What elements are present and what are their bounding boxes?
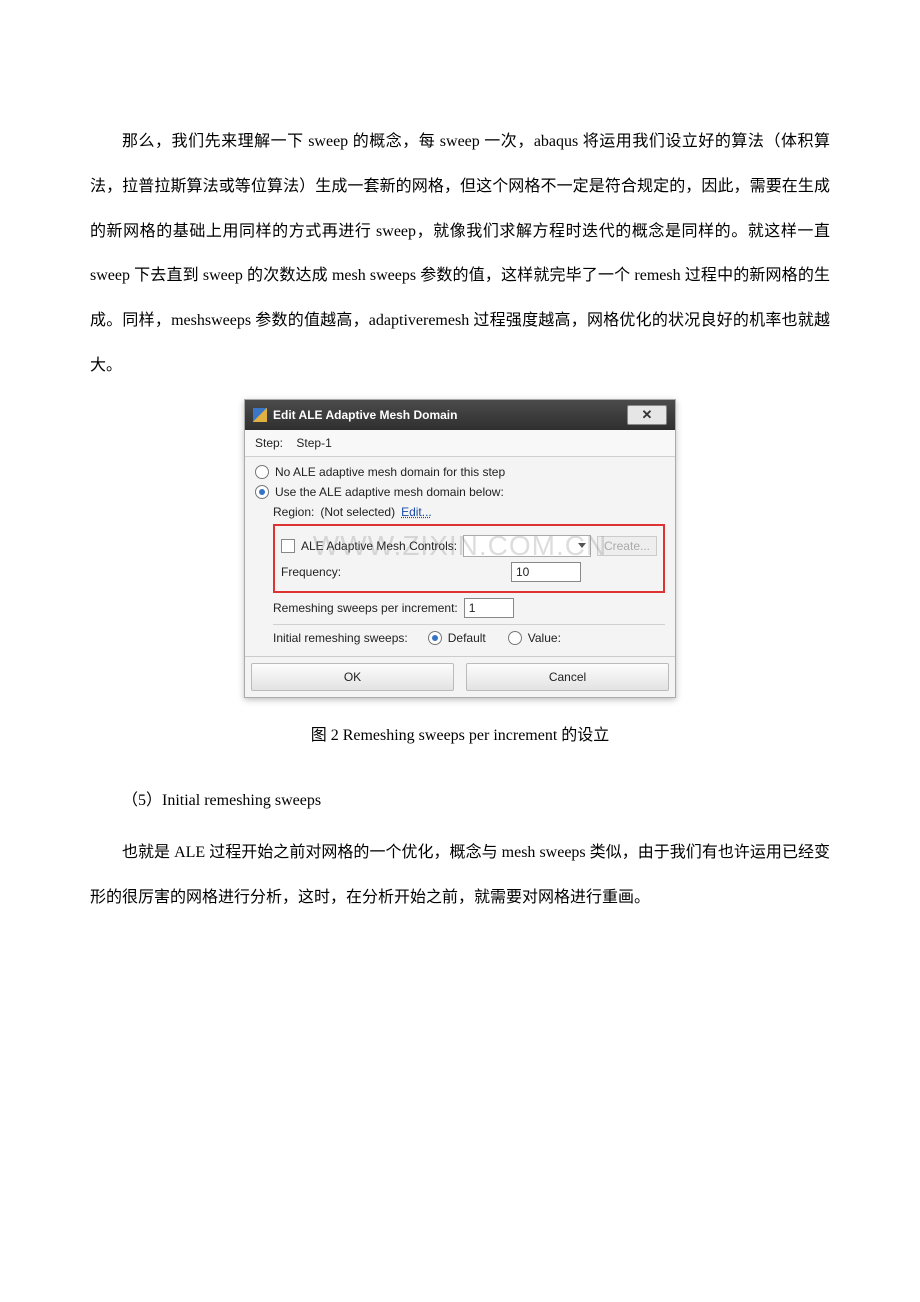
frequency-input[interactable]: 10 (511, 562, 581, 582)
step-value: Step-1 (296, 436, 331, 450)
initial-sweeps-label: Initial remeshing sweeps: (273, 631, 408, 645)
radio-icon[interactable] (508, 631, 522, 645)
radio-icon (255, 465, 269, 479)
edit-region-link[interactable]: Edit... (401, 505, 432, 519)
frequency-row: Frequency: 10 (281, 562, 657, 582)
close-button[interactable]: ✕ (627, 405, 667, 425)
domain-settings: Region: (Not selected) Edit... ALE Adapt… (255, 505, 665, 645)
radio-block: No ALE adaptive mesh domain for this ste… (245, 457, 675, 656)
remesh-sweeps-row: Remeshing sweeps per increment: 1 (273, 598, 665, 618)
paragraph-sweep-concept: 那么，我们先来理解一下 sweep 的概念，每 sweep 一次，abaqus … (90, 120, 830, 389)
controls-checkbox[interactable] (281, 539, 295, 553)
paragraph-initial-sweeps: 也就是 ALE 过程开始之前对网格的一个优化，概念与 mesh sweeps 类… (90, 831, 830, 921)
dialog-titlebar: Edit ALE Adaptive Mesh Domain ✕ (245, 400, 675, 430)
divider (273, 624, 665, 625)
edit-ale-domain-dialog: WWW.ZIXIN.COM.CN Edit ALE Adaptive Mesh … (244, 399, 676, 698)
region-row: Region: (Not selected) Edit... (273, 505, 665, 519)
radio-no-domain-label: No ALE adaptive mesh domain for this ste… (275, 465, 505, 479)
cancel-button[interactable]: Cancel (466, 663, 669, 691)
radio-icon[interactable] (428, 631, 442, 645)
figure-2-wrapper: WWW.ZIXIN.COM.CN Edit ALE Adaptive Mesh … (90, 399, 830, 698)
app-icon (253, 408, 267, 422)
close-icon: ✕ (642, 407, 653, 423)
initial-sweeps-row: Initial remeshing sweeps: Default Value: (273, 631, 665, 645)
default-label: Default (448, 631, 486, 645)
controls-row: ALE Adaptive Mesh Controls: Create... (281, 535, 657, 557)
step-row: Step: Step-1 (245, 430, 675, 457)
titlebar-left: Edit ALE Adaptive Mesh Domain (253, 408, 457, 422)
controls-dropdown[interactable] (463, 535, 591, 557)
radio-use-domain-label: Use the ALE adaptive mesh domain below: (275, 485, 504, 499)
remesh-sweeps-label: Remeshing sweeps per increment: (273, 601, 458, 615)
remesh-sweeps-input[interactable]: 1 (464, 598, 514, 618)
dialog-title: Edit ALE Adaptive Mesh Domain (273, 408, 457, 422)
region-value: (Not selected) (320, 505, 395, 519)
frequency-label: Frequency: (281, 565, 341, 579)
step-label: Step: (255, 436, 283, 450)
value-label: Value: (528, 631, 561, 645)
region-label: Region: (273, 505, 314, 519)
chevron-down-icon (578, 543, 586, 548)
radio-icon (255, 485, 269, 499)
section-5-heading: （5）Initial remeshing sweeps (90, 779, 830, 824)
ok-button[interactable]: OK (251, 663, 454, 691)
radio-use-domain-row[interactable]: Use the ALE adaptive mesh domain below: (255, 485, 665, 499)
document-page: 那么，我们先来理解一下 sweep 的概念，每 sweep 一次，abaqus … (0, 0, 920, 991)
create-button[interactable]: Create... (597, 536, 657, 556)
highlighted-settings-box: ALE Adaptive Mesh Controls: Create... Fr… (273, 524, 665, 593)
dialog-button-row: OK Cancel (245, 656, 675, 697)
controls-label: ALE Adaptive Mesh Controls: (301, 539, 457, 553)
radio-no-domain-row[interactable]: No ALE adaptive mesh domain for this ste… (255, 465, 665, 479)
figure-2-caption: 图 2 Remeshing sweeps per increment 的设立 (90, 722, 830, 751)
